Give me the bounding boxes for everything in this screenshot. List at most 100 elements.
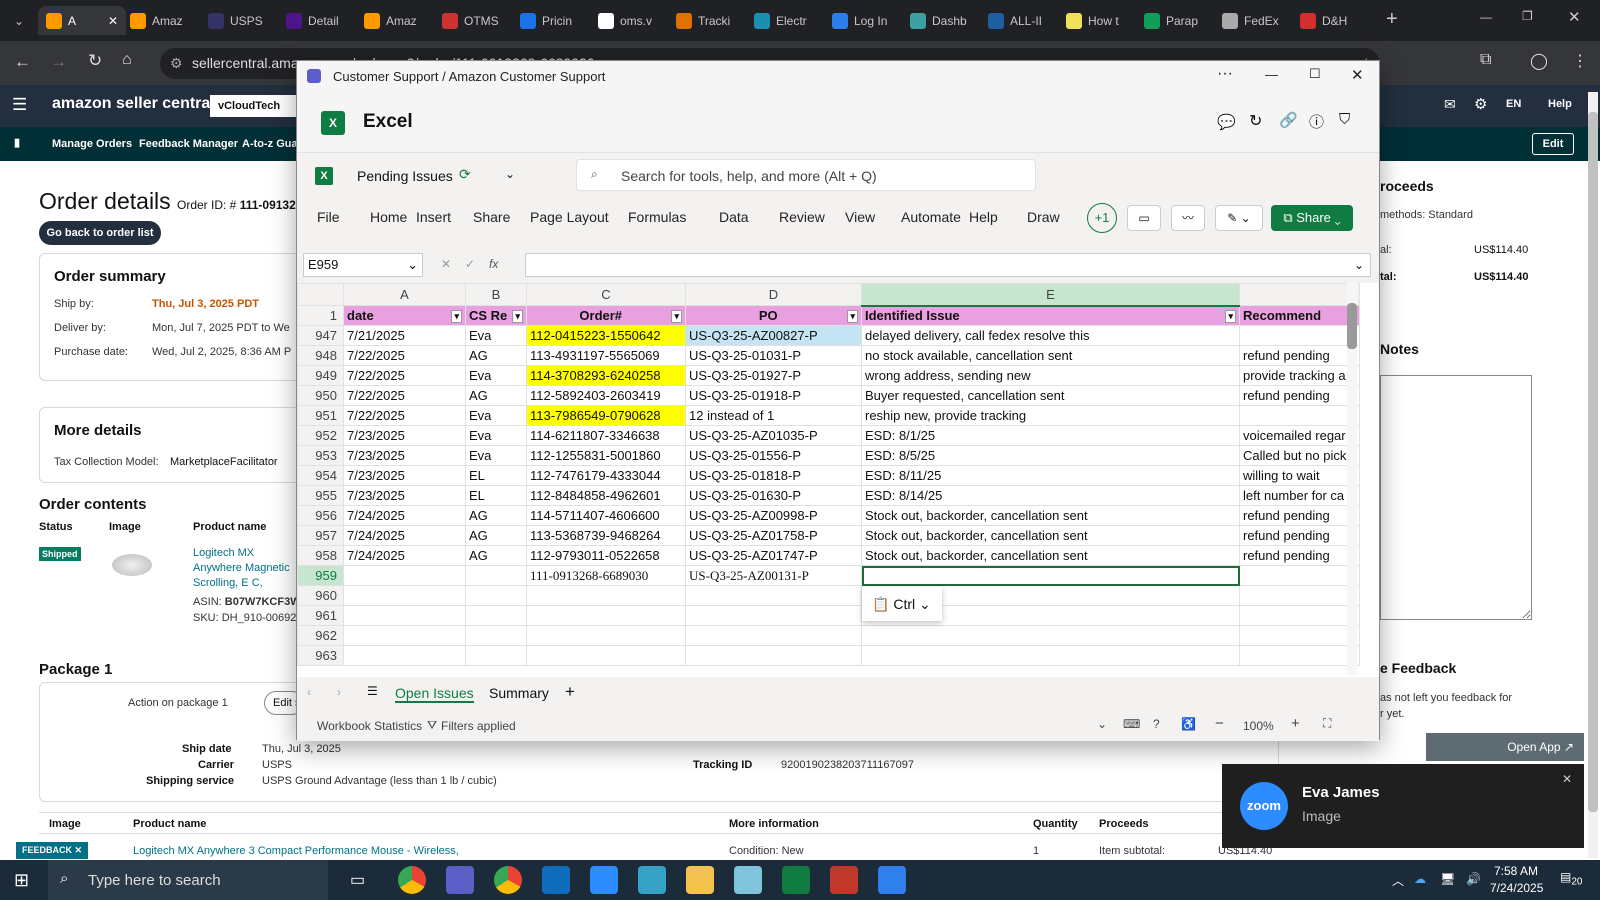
cell-f[interactable] (1239, 565, 1360, 586)
browser-tab[interactable]: Tracki (676, 6, 750, 35)
browser-tab[interactable]: Pricin (520, 6, 594, 35)
row-number[interactable]: 958 (297, 545, 344, 566)
zoom-notification[interactable]: zoom Eva James Image ✕ (1222, 764, 1584, 848)
tray-chevron-icon[interactable]: ︿ (1392, 872, 1404, 889)
cell-c[interactable]: 112-9793011-0522658 (526, 545, 686, 566)
cell-e[interactable]: Stock out, backorder, cancellation sent (861, 505, 1240, 526)
cell-e[interactable] (861, 565, 1240, 586)
cell-d[interactable]: US-Q3-25-AZ00827-P (685, 325, 862, 346)
cell-e[interactable]: no stock available, cancellation sent (861, 345, 1240, 366)
teams-taskbar-icon[interactable] (446, 866, 474, 894)
page-scroll-thumb[interactable] (1588, 112, 1598, 812)
notification-center-icon[interactable]: ▤20 (1560, 870, 1582, 887)
app3-taskbar-icon[interactable] (830, 866, 858, 894)
cell-e[interactable]: Stock out, backorder, cancellation sent (861, 525, 1240, 546)
cell-a[interactable]: 7/21/2025 (343, 325, 466, 346)
cell-a[interactable]: 7/22/2025 (343, 405, 466, 426)
menu-insert[interactable]: Insert (416, 209, 451, 225)
row-number[interactable]: 953 (297, 445, 344, 466)
formula-input[interactable]: ⌄ (525, 253, 1371, 277)
browser-tab[interactable]: Detail (286, 6, 360, 35)
cell-c[interactable]: 112-1255831-5001860 (526, 445, 686, 466)
cell-f[interactable] (1239, 645, 1360, 666)
cell-c[interactable]: 112-5892403-2603419 (526, 385, 686, 406)
table-header-cell[interactable]: Identified Issue ▾ (861, 305, 1240, 326)
menu-file[interactable]: File (317, 209, 340, 225)
cell-d[interactable] (685, 645, 862, 666)
minimize-browser-button[interactable]: — (1480, 10, 1492, 24)
feedback-tab[interactable]: FEEDBACK ✕ (16, 842, 89, 859)
outlook-taskbar-icon[interactable] (542, 866, 570, 894)
taskbar-search[interactable]: ⌕ Type here to search (48, 860, 328, 900)
select-all-corner[interactable] (297, 283, 344, 306)
add-sheet-button[interactable]: + (565, 682, 575, 702)
link-icon[interactable]: 🔗 (1279, 111, 1298, 129)
browser-tab[interactable]: Log In (832, 6, 906, 35)
help-link[interactable]: Help (1548, 98, 1572, 110)
language-selector[interactable]: EN (1506, 98, 1521, 110)
cell-b[interactable] (465, 565, 527, 586)
cell-d[interactable]: US-Q3-25-01556-P (685, 445, 862, 466)
filter-dropdown-icon[interactable]: ▾ (1225, 310, 1236, 324)
cell-c[interactable]: 113-7986549-0790628 (526, 405, 686, 426)
zoom-close-icon[interactable]: ✕ (1562, 772, 1572, 786)
bookmark-icon[interactable]: ▮ (14, 136, 20, 149)
cell-b[interactable]: AG (465, 385, 527, 406)
cell-c[interactable] (526, 605, 686, 626)
cell-b[interactable]: EL (465, 465, 527, 486)
cell-b[interactable]: AG (465, 525, 527, 546)
prev-sheet-icon[interactable]: ‹ (307, 685, 311, 699)
menu-view[interactable]: View (845, 209, 875, 225)
browser-tab[interactable]: Amaz (130, 6, 204, 35)
browser-menu-icon[interactable]: ⋮ (1572, 51, 1588, 71)
cell-b[interactable]: Eva (465, 425, 527, 446)
table-header-cell[interactable]: Order# ▾ (526, 305, 686, 326)
cell-e[interactable] (861, 645, 1240, 666)
confirm-entry-icon[interactable]: ✓ (465, 257, 475, 271)
comments-button[interactable]: ▭ (1127, 205, 1161, 231)
filter-dropdown-icon[interactable]: ▾ (847, 310, 858, 323)
cell-d[interactable]: 12 instead of 1 (685, 405, 862, 426)
cell-f[interactable]: refund pending (1239, 385, 1360, 406)
sheet-table[interactable]: A B C D E 1 date ▾ CS Re ▾ Order# ▾ PO ▾ Identified Is… (297, 283, 1360, 666)
cell-b[interactable]: Eva (465, 325, 527, 346)
cell-c[interactable] (526, 625, 686, 646)
cell-b[interactable]: Eva (465, 365, 527, 386)
restore-browser-button[interactable]: ❐ (1522, 9, 1533, 23)
browser-tab[interactable]: How t (1066, 6, 1140, 35)
cell-c[interactable]: 112-8484858-4962601 (526, 485, 686, 506)
cell-d[interactable]: US-Q3-25-01031-P (685, 345, 862, 366)
excel-taskbar-icon[interactable] (782, 866, 810, 894)
next-sheet-icon[interactable]: › (337, 685, 341, 699)
browser-tab[interactable]: Parap (1144, 6, 1218, 35)
nav-a-to-z[interactable]: A-to-z Guar (242, 138, 302, 150)
status-chevron-icon[interactable]: ⌄ (1097, 717, 1107, 731)
row-number[interactable]: 961 (297, 605, 344, 626)
accessibility-icon[interactable]: ♿ (1181, 717, 1196, 731)
cell-a[interactable]: 7/24/2025 (343, 505, 466, 526)
nav-feedback-manager[interactable]: Feedback Manager (139, 138, 238, 150)
refresh-icon[interactable]: ↻ (1249, 111, 1262, 131)
cell-a[interactable] (343, 565, 466, 586)
table-header-cell[interactable]: CS Re ▾ (465, 305, 527, 326)
home-icon[interactable]: ⌂ (122, 51, 132, 69)
cell-c[interactable]: 113-4931197-5565069 (526, 345, 686, 366)
close-browser-button[interactable]: ✕ (1568, 8, 1581, 26)
cell-e[interactable]: Stock out, backorder, cancellation sent (861, 545, 1240, 566)
cell-e[interactable]: ESD: 8/11/25 (861, 465, 1240, 486)
onedrive-icon[interactable]: ☁ (1414, 872, 1426, 886)
cancel-entry-icon[interactable]: ✕ (441, 257, 451, 271)
cell-c[interactable] (526, 585, 686, 606)
back-icon[interactable]: ← (14, 52, 31, 72)
all-sheets-icon[interactable]: ☰ (367, 684, 378, 698)
cell-a[interactable]: 7/23/2025 (343, 465, 466, 486)
vertical-scrollbar[interactable] (1347, 283, 1357, 675)
browser-tab[interactable]: Dashb (910, 6, 984, 35)
row-number[interactable]: 948 (297, 345, 344, 366)
info-icon[interactable]: ⓘ (1309, 111, 1324, 132)
sheet-tab-summary[interactable]: Summary (489, 685, 549, 701)
cell-f[interactable]: Called but no pick (1239, 445, 1360, 466)
edit-mode-button[interactable]: ✎ ⌄ (1215, 205, 1263, 231)
spreadsheet-grid[interactable]: A B C D E 1 date ▾ CS Re ▾ Order# ▾ PO ▾ Identified Is… (297, 283, 1379, 717)
menu-data[interactable]: Data (719, 209, 749, 225)
